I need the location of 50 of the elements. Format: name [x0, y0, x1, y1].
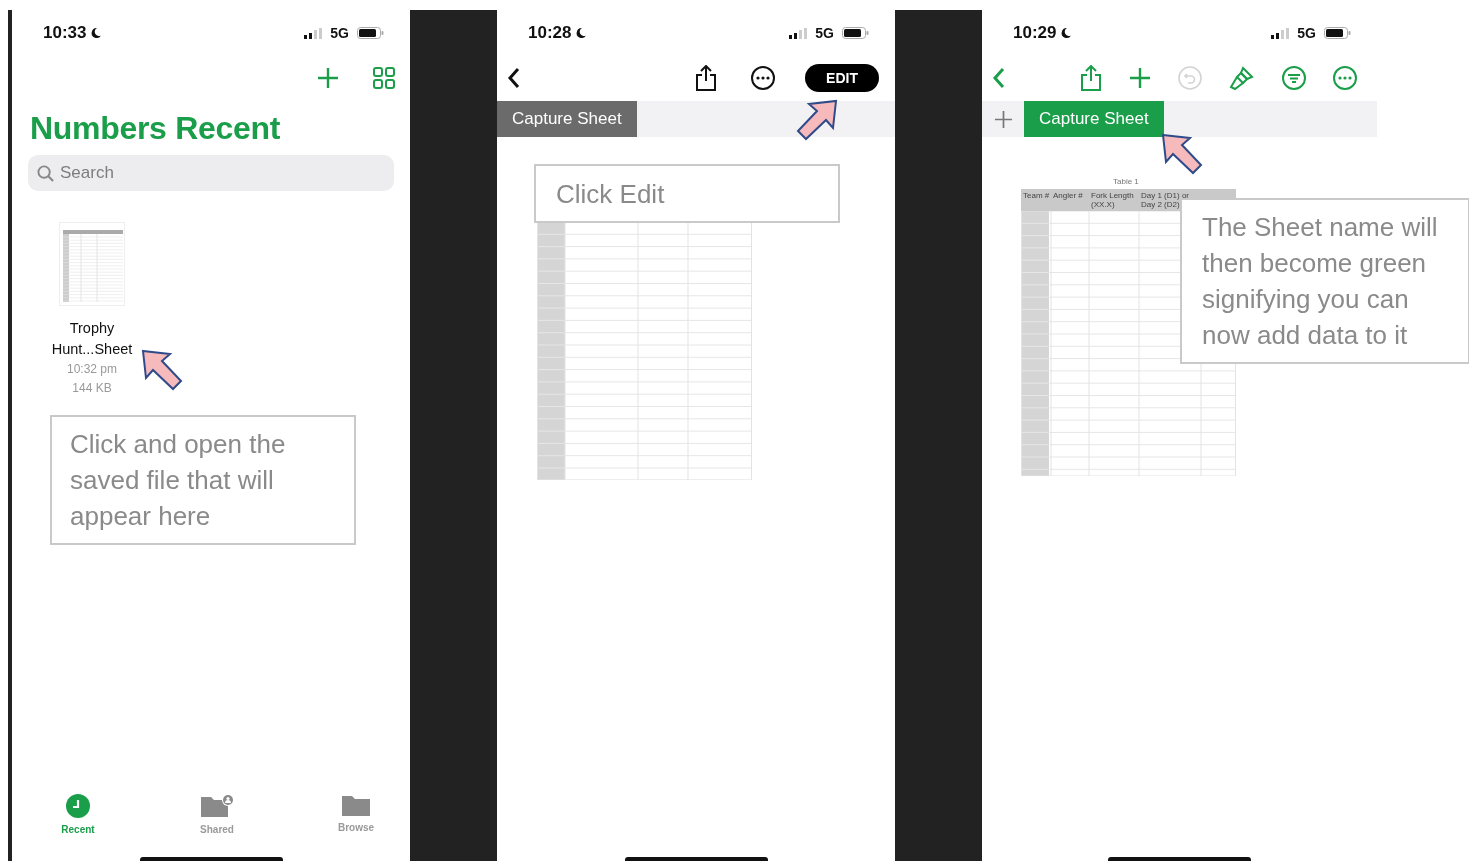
callout-arrow [1160, 132, 1204, 176]
callout-note: Click and open the saved file that will appear here [50, 415, 356, 545]
battery-icon [357, 27, 384, 39]
paintbrush-icon[interactable] [1229, 65, 1255, 91]
tab-bar-item[interactable]: Browse [330, 793, 382, 835]
shared-folder-icon [200, 793, 234, 819]
grid-view-icon[interactable] [373, 67, 395, 89]
battery-icon [1324, 27, 1351, 39]
file-thumbnail-drawing[interactable] [59, 222, 125, 306]
add-icon[interactable] [1129, 67, 1151, 89]
file-time: 10:32 pm [66, 361, 117, 378]
search-icon [37, 165, 54, 182]
edit-button[interactable]: EDIT [805, 64, 879, 92]
table-title: Table 1 [1113, 177, 1140, 188]
page-title: Numbers Recent [30, 109, 282, 148]
sheet-tab[interactable]: Capture Sheet [1024, 101, 1164, 137]
filter-icon[interactable] [1282, 66, 1306, 90]
status-time: 10:33 [43, 23, 87, 43]
signal-icon [1271, 27, 1290, 39]
file-name[interactable]: Trophy Hunt...Sheet [42, 318, 142, 360]
search-field[interactable]: Search [28, 155, 394, 191]
add-sheet-icon[interactable] [994, 109, 1013, 129]
network-label: 5G [330, 25, 349, 41]
moon-icon [90, 27, 103, 39]
share-icon[interactable] [695, 65, 717, 91]
folder-icon [341, 793, 371, 817]
callout-arrow [140, 348, 184, 392]
add-icon[interactable] [317, 67, 339, 89]
callout-note: The Sheet name will then become green signifying you can now add data to it [1180, 198, 1469, 364]
column-header: Fork Length (XX.X) [1090, 190, 1135, 211]
tab-bar-item[interactable]: Recent [52, 793, 104, 835]
moon-icon [575, 27, 588, 39]
callout-note: Click Edit [534, 164, 840, 223]
sheet-tab[interactable]: Capture Sheet [497, 101, 637, 137]
file-size: 144 KB [72, 380, 112, 397]
signal-icon [789, 27, 808, 39]
status-time: 10:28 [528, 23, 572, 43]
network-label: 5G [1297, 25, 1316, 41]
tab-bar-item[interactable]: Shared [191, 793, 243, 835]
signal-icon [304, 27, 323, 39]
clock-icon [65, 793, 91, 819]
callout-arrow [795, 98, 839, 142]
battery-icon [842, 27, 869, 39]
status-time: 10:29 [1013, 23, 1057, 43]
moon-icon [1060, 27, 1073, 39]
network-label: 5G [815, 25, 834, 41]
more-icon[interactable] [751, 66, 775, 90]
back-icon[interactable] [507, 67, 521, 89]
column-header: Team # [1022, 190, 1051, 202]
column-header: Angler # [1052, 190, 1084, 202]
